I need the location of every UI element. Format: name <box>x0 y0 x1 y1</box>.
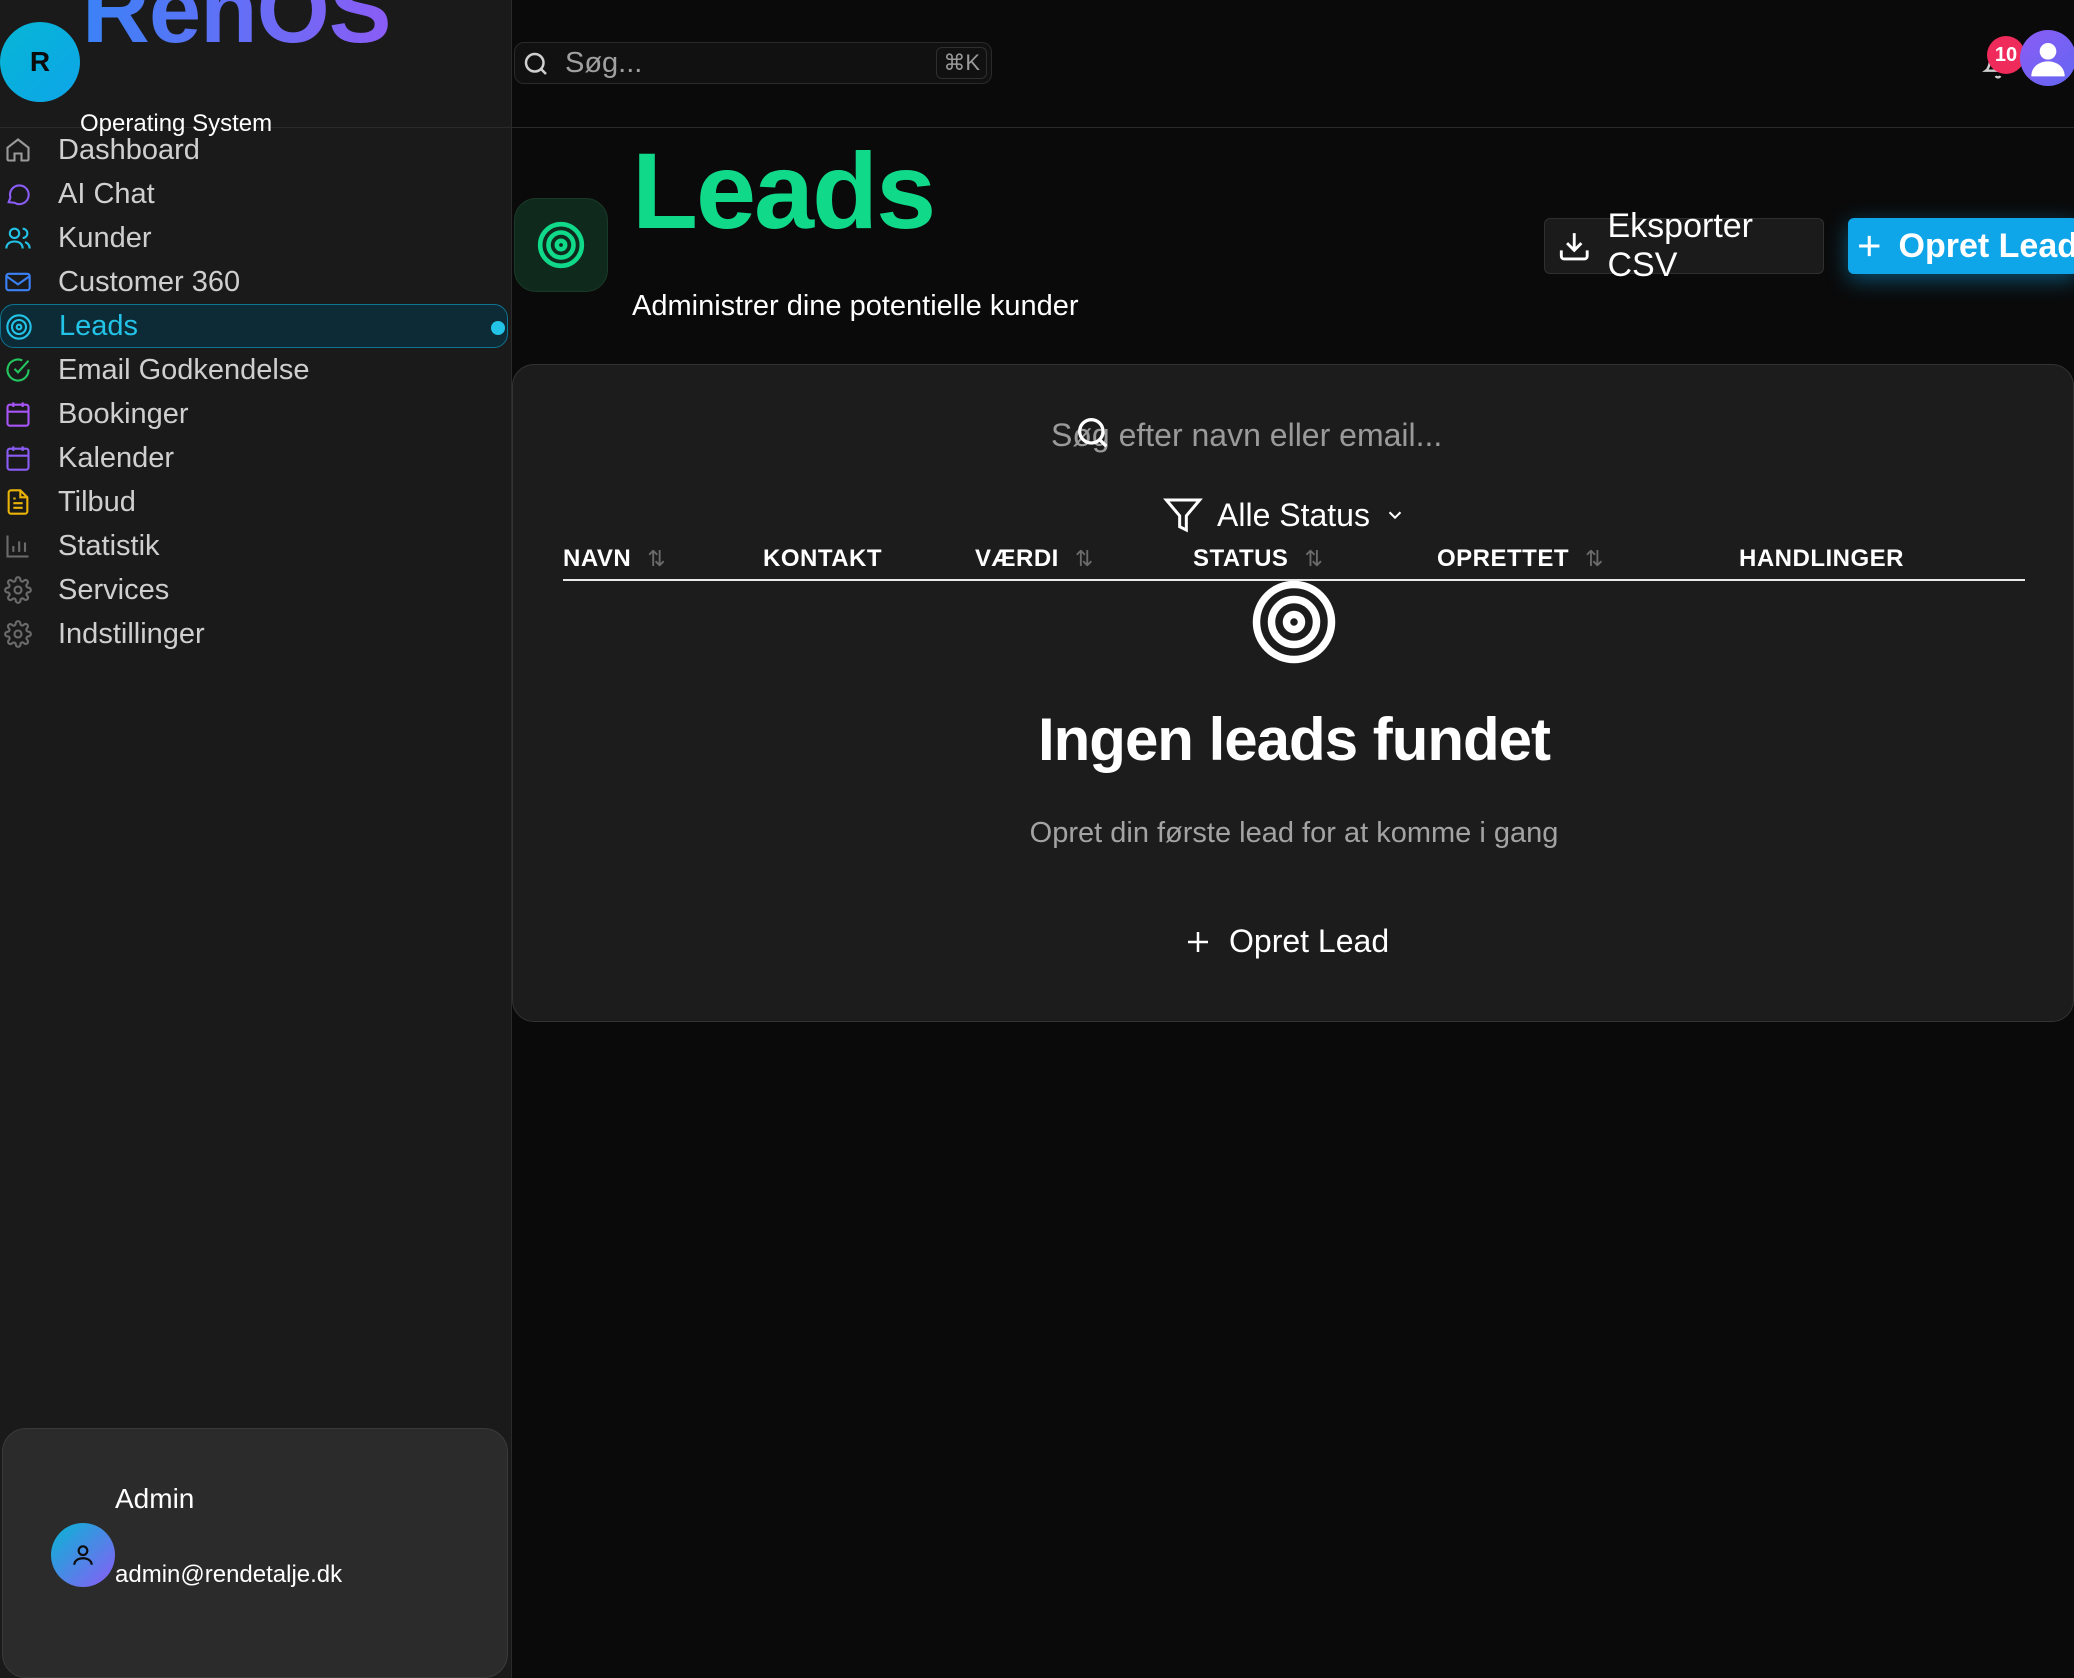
search-icon <box>1078 418 1108 448</box>
topbar: Søg... ⌘K 10 <box>512 0 2074 128</box>
user-card[interactable]: Admin admin@rendetalje.dk <box>2 1428 508 1678</box>
gear-icon <box>4 576 32 604</box>
sidebar-item-label: Bookinger <box>58 397 189 430</box>
target-icon <box>537 221 585 269</box>
empty-state-title: Ingen leads fundet <box>1037 706 1551 773</box>
page-subtitle: Administrer dine potentielle kunder <box>632 290 1079 322</box>
sidebar-item-kalender[interactable]: Kalender <box>0 436 512 480</box>
column-header-oprettet[interactable]: OPRETTET ⇅ <box>1437 545 1604 573</box>
sidebar-item-label: Kunder <box>58 221 152 254</box>
sidebar-item-customer-360[interactable]: Customer 360 <box>0 260 512 304</box>
sidebar-item-tilbud[interactable]: Tilbud <box>0 480 512 524</box>
mail-icon <box>5 272 31 292</box>
sidebar-item-label: Email Godkendelse <box>58 353 310 386</box>
export-csv-label: Eksporter CSV <box>1607 207 1754 284</box>
lead-search-input[interactable]: Søg efter navn eller email... <box>1051 417 1442 454</box>
sidebar-item-label: Leads <box>59 309 139 342</box>
sidebar-item-leads[interactable]: Leads <box>0 304 508 348</box>
column-header-navn[interactable]: NAVN ⇅ <box>563 545 666 573</box>
column-header-handlinger: HANDLINGER <box>1739 545 1904 573</box>
users-icon <box>5 227 31 249</box>
user-icon <box>2031 43 2065 77</box>
sidebar-item-services[interactable]: Services <box>0 568 512 612</box>
sidebar-item-label: AI Chat <box>58 177 155 210</box>
column-header-status[interactable]: STATUS ⇅ <box>1193 545 1323 573</box>
sidebar-item-label: Dashboard <box>58 133 200 166</box>
column-header-vaerdi[interactable]: VÆRDI ⇅ <box>975 545 1094 573</box>
leads-panel: Søg efter navn eller email... Alle Statu… <box>512 364 2074 1022</box>
gear-icon <box>4 620 32 648</box>
global-search-input[interactable]: Søg... ⌘K <box>514 42 992 84</box>
user-avatar <box>51 1523 115 1587</box>
sort-icon[interactable]: ⇅ <box>647 546 666 572</box>
sidebar-item-label: Indstillinger <box>58 617 205 650</box>
profile-avatar[interactable] <box>2020 30 2074 86</box>
sort-icon[interactable]: ⇅ <box>1304 546 1323 572</box>
empty-create-lead-button[interactable]: Opret Lead <box>1183 923 1389 960</box>
sidebar-item-email-godkendelse[interactable]: Email Godkendelse <box>0 348 512 392</box>
status-filter-label: Alle Status <box>1217 496 1370 533</box>
user-email: admin@rendetalje.dk <box>115 1561 343 1588</box>
file-icon <box>7 489 29 515</box>
brand-header: R RenOS Operating System <box>0 0 512 137</box>
column-header-kontakt: KONTAKT <box>763 545 882 573</box>
column-label: OPRETTET <box>1437 545 1570 572</box>
empty-create-lead-label: Opret Lead <box>1229 923 1390 959</box>
bar-chart-icon <box>6 535 29 558</box>
empty-state-subtitle: Opret din første lead for at komme i gan… <box>1029 817 1559 849</box>
user-name: Admin <box>115 1483 195 1514</box>
brand-avatar[interactable]: R <box>0 22 80 102</box>
target-icon <box>1252 580 1336 664</box>
column-label: HANDLINGER <box>1739 545 1904 572</box>
search-placeholder: Søg... <box>565 47 643 79</box>
chevron-down-icon <box>1388 511 1402 520</box>
sidebar: R RenOS Operating System Dashboard AI Ch… <box>0 0 512 1678</box>
sidebar-item-kunder[interactable]: Kunder <box>0 216 512 260</box>
check-circle-icon <box>6 358 30 382</box>
column-label: VÆRDI <box>975 545 1059 572</box>
sidebar-item-label: Statistik <box>58 529 160 562</box>
chat-icon <box>7 184 30 206</box>
home-icon <box>6 138 30 162</box>
brand-name: RenOS <box>82 0 391 64</box>
sidebar-item-indstillinger[interactable]: Indstillinger <box>0 612 512 656</box>
sidebar-nav: Dashboard AI Chat Kunder Customer 360 Le… <box>0 128 512 656</box>
sidebar-item-label: Tilbud <box>58 485 136 518</box>
page-icon <box>514 198 608 292</box>
download-icon <box>1559 233 1589 261</box>
sidebar-item-label: Customer 360 <box>58 265 241 298</box>
column-label: NAVN <box>563 545 632 572</box>
calendar-icon <box>6 402 30 427</box>
sidebar-item-dashboard[interactable]: Dashboard <box>0 128 512 172</box>
sidebar-item-statistik[interactable]: Statistik <box>0 524 512 568</box>
page-title: Leads <box>632 130 936 251</box>
plus-icon <box>1188 931 1208 952</box>
shortcut-hint: ⌘K <box>936 47 987 79</box>
create-lead-button[interactable]: Opret Lead <box>1848 218 2074 274</box>
user-icon <box>73 1545 93 1565</box>
sidebar-item-label: Services <box>58 573 170 606</box>
sidebar-item-ai-chat[interactable]: AI Chat <box>0 172 512 216</box>
sort-icon[interactable]: ⇅ <box>1075 546 1094 572</box>
active-indicator <box>491 321 505 335</box>
table-header: NAVN ⇅ KONTAKT VÆRDI ⇅ STATUS ⇅ OPRETTET… <box>563 541 2025 581</box>
column-label: STATUS <box>1193 545 1289 572</box>
plus-icon <box>1859 235 1880 257</box>
sort-icon[interactable]: ⇅ <box>1585 546 1604 572</box>
search-icon <box>524 52 547 75</box>
sidebar-item-label: Kalender <box>58 441 175 474</box>
calendar-grid-icon <box>6 446 30 471</box>
sidebar-item-bookinger[interactable]: Bookinger <box>0 392 512 436</box>
column-label: KONTAKT <box>763 545 883 572</box>
status-filter-select[interactable]: Alle Status <box>1163 495 1406 535</box>
filter-icon <box>1163 498 1203 533</box>
create-lead-label: Opret Lead <box>1898 226 2074 265</box>
export-csv-button[interactable]: Eksporter CSV <box>1544 207 1824 284</box>
target-icon <box>6 314 32 340</box>
